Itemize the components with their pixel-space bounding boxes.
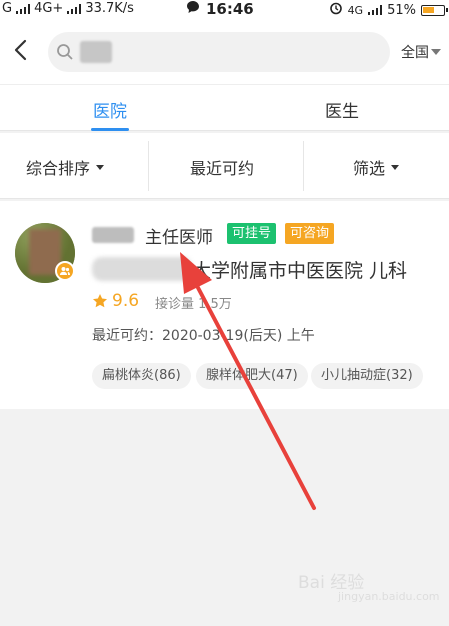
battery-percent: 51% — [387, 2, 416, 18]
region-selector[interactable]: 全国 — [401, 42, 441, 62]
search-icon — [57, 44, 73, 60]
active-tab-indicator — [91, 128, 129, 131]
consult-count: 接诊量 1.5万 — [155, 297, 232, 312]
specialty-chip[interactable]: 腺样体肥大(47) — [196, 363, 308, 389]
network-type: 4G — [347, 3, 364, 17]
divider — [303, 141, 304, 191]
signal-icon — [16, 3, 31, 14]
search-query-redacted — [80, 41, 112, 63]
search-header: 全国 — [0, 18, 449, 84]
chevron-left-icon — [14, 39, 27, 61]
hospital-department: 大学附属市中医医院 儿科 — [192, 260, 408, 282]
clock: 16:46 — [206, 0, 254, 18]
signal-icon — [67, 3, 82, 14]
sort-dropdown[interactable]: 综合排序 — [26, 155, 105, 179]
filter-bar: 综合排序 最近可约 筛选 — [0, 133, 449, 199]
hospital-name-redacted — [92, 257, 192, 281]
message-icon — [186, 0, 200, 18]
caret-down-icon — [391, 164, 400, 170]
alarm-icon — [329, 1, 343, 19]
tab-doctor[interactable]: 医生 — [325, 97, 359, 122]
carrier2-label: 4G+ — [34, 1, 64, 16]
battery-icon — [421, 4, 448, 16]
search-input[interactable] — [48, 32, 390, 72]
specialty-chip[interactable]: 扁桃体炎(86) — [92, 363, 191, 389]
back-button[interactable] — [8, 36, 36, 64]
doctor-name-redacted — [92, 227, 134, 243]
recent-label: 最近可约 — [190, 159, 255, 178]
watermark: Bai 经验 jingyan.baidu.com — [298, 568, 440, 603]
recent-available-button[interactable]: 最近可约 — [190, 155, 254, 179]
status-bar: G 4G+ 33.7K/s 16:46 4G 51% — [0, 0, 449, 18]
signal-icon — [368, 5, 383, 15]
rating: 9.6 — [92, 291, 139, 311]
caret-down-icon — [431, 49, 441, 55]
divider — [148, 141, 149, 191]
watermark-sub: jingyan.baidu.com — [338, 590, 440, 603]
net-speed: 33.7K/s — [85, 1, 134, 16]
region-label: 全国 — [401, 45, 429, 61]
doctor-title: 主任医师 — [145, 228, 213, 248]
filter-dropdown[interactable]: 筛选 — [353, 155, 400, 179]
filter-label: 筛选 — [353, 159, 386, 178]
specialty-chip[interactable]: 小儿抽动症(32) — [311, 363, 423, 389]
sort-label: 综合排序 — [26, 159, 91, 178]
star-icon — [93, 294, 107, 308]
tab-hospital[interactable]: 医院 — [93, 97, 127, 122]
carrier1-label: G — [2, 1, 13, 16]
team-badge-icon — [55, 261, 75, 281]
caret-down-icon — [96, 164, 105, 170]
recent-available-time: 最近可约：2020-03-19(后天) 上午 — [92, 328, 315, 344]
tab-bar: 医院 医生 — [0, 84, 449, 131]
rating-score: 9.6 — [112, 291, 140, 311]
consult-tag: 可咨询 — [285, 223, 335, 244]
register-tag: 可挂号 — [227, 223, 277, 244]
doctor-card[interactable]: 主任医师 可挂号 可咨询 大学附属市中医医院 儿科 9.6 接诊量 1.5万 最… — [0, 201, 449, 409]
